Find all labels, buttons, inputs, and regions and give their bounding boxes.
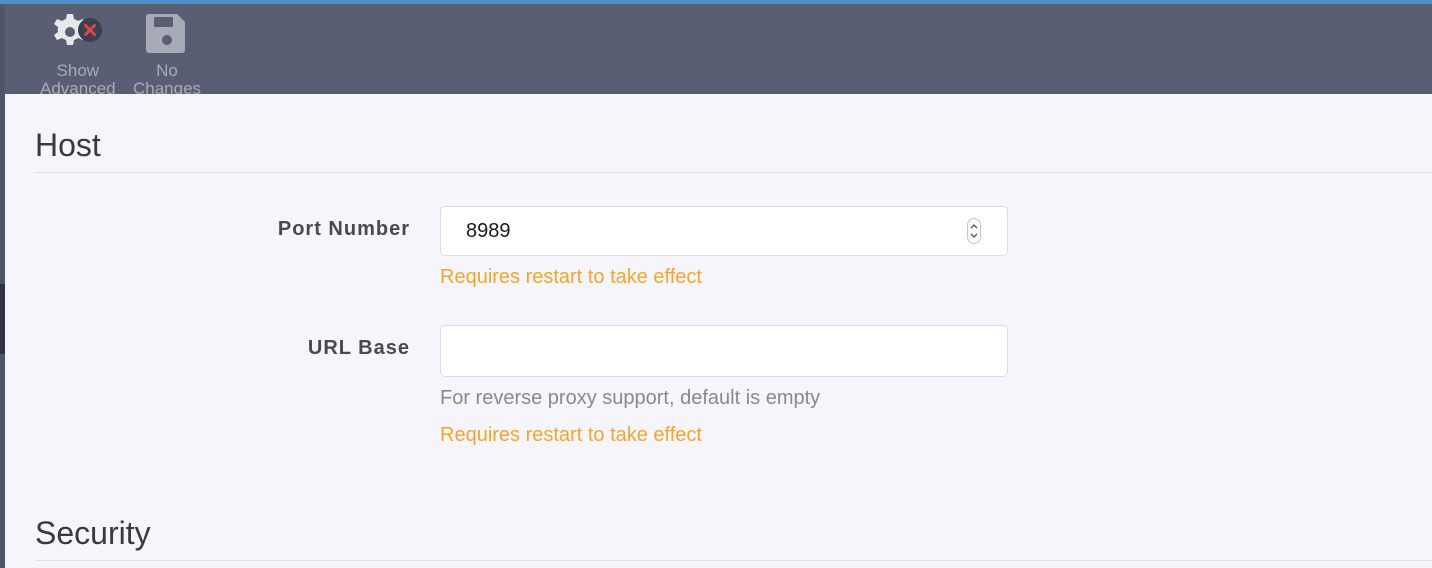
url-base-label: URL Base <box>307 337 410 359</box>
show-advanced-button[interactable]: Show Advanced <box>40 10 116 98</box>
page-toolbar: Show Advanced No Changes <box>5 4 1432 98</box>
port-number-stepper[interactable] <box>967 218 981 244</box>
port-number-label: Port Number <box>277 218 410 240</box>
url-base-input[interactable] <box>440 325 1008 377</box>
security-section-title: Security <box>35 515 151 551</box>
port-number-restart-warning: Requires restart to take effect <box>440 266 702 288</box>
port-number-value: 8989 <box>466 219 511 242</box>
url-base-restart-warning: Requires restart to take effect <box>440 424 702 446</box>
host-section-divider <box>35 172 1432 173</box>
no-changes-button[interactable]: No Changes <box>133 10 201 98</box>
security-section-divider <box>35 560 1432 561</box>
gear-with-x-icon <box>50 10 106 54</box>
url-base-help-text: For reverse proxy support, default is em… <box>440 387 821 409</box>
no-changes-label-line1: No <box>156 61 178 80</box>
settings-content: Host Port Number 8989 Requires restart t… <box>5 94 1432 568</box>
stepper-arrows-icon <box>970 224 978 238</box>
show-advanced-label-line1: Show <box>56 61 100 80</box>
host-section-title: Host <box>35 127 101 163</box>
save-disk-icon <box>139 10 195 54</box>
port-number-input[interactable]: 8989 <box>440 206 1008 256</box>
